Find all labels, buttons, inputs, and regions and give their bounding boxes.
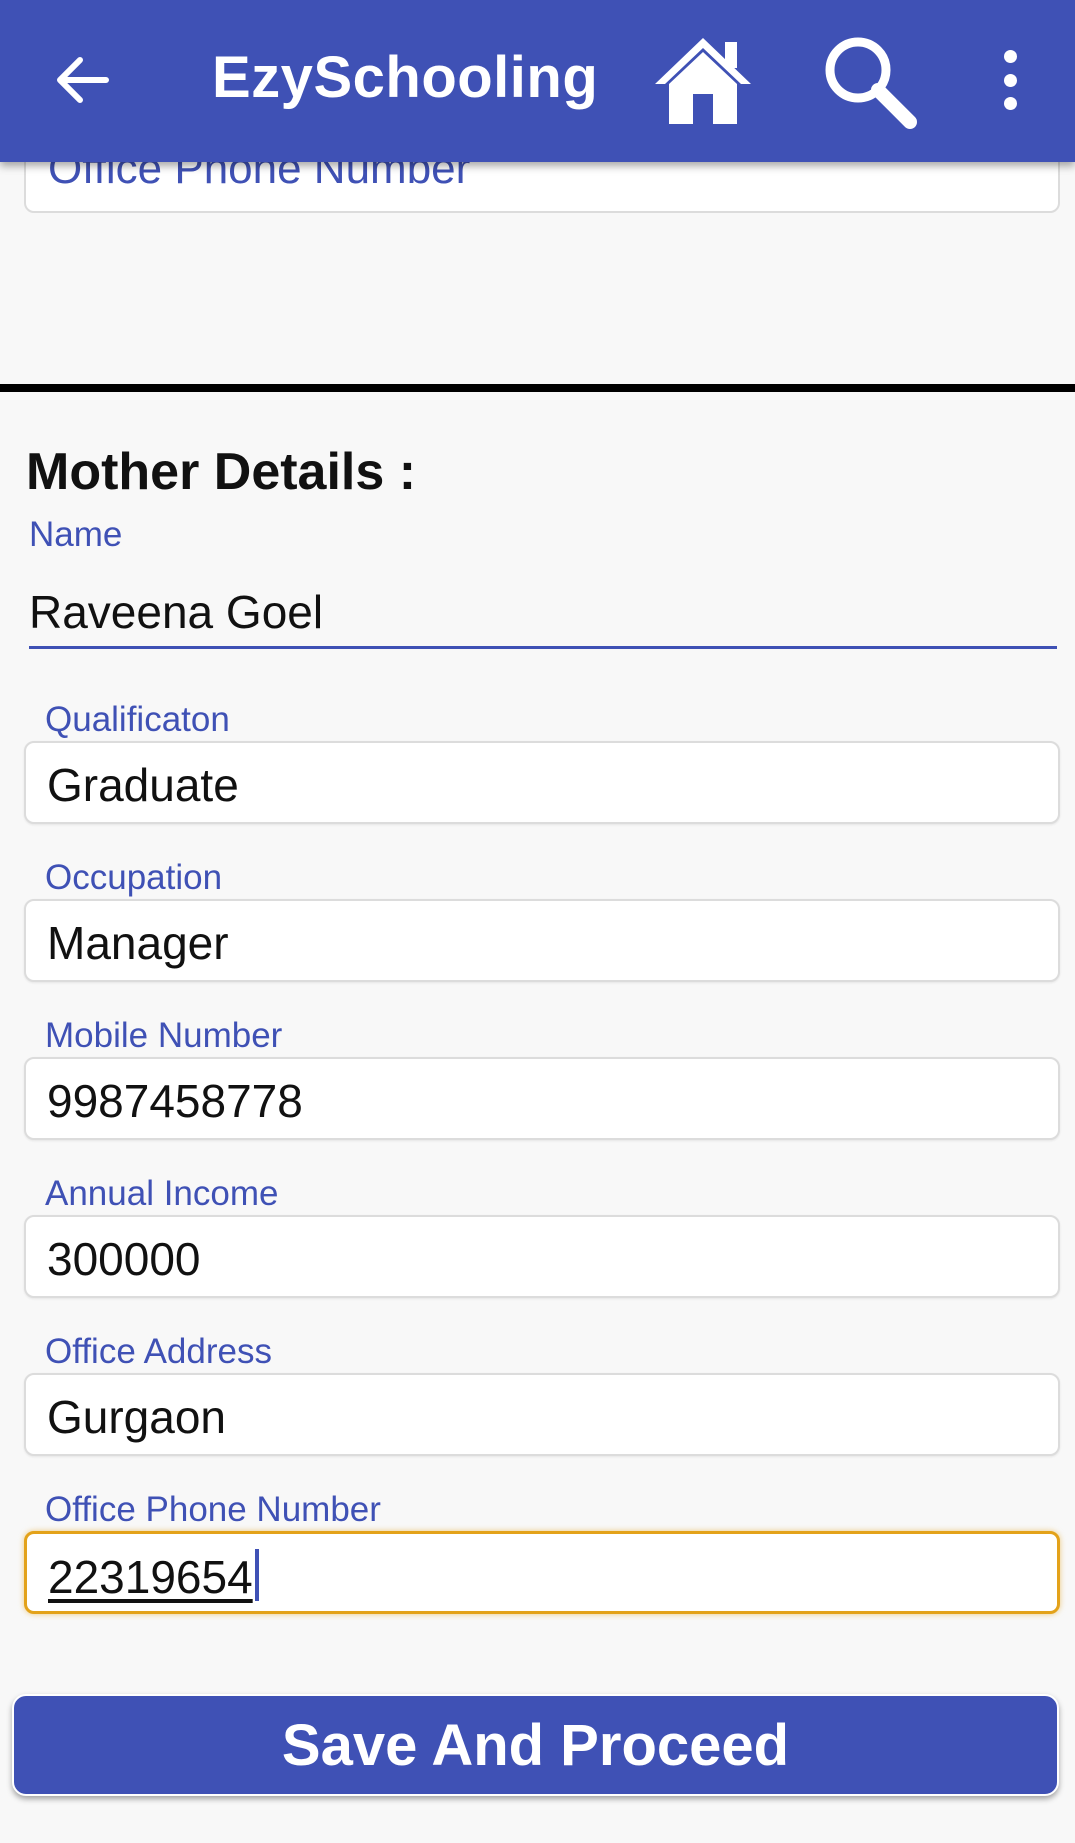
office-phone-value: 22319654 [48,1549,259,1604]
office-phone-label: Office Phone Number [45,1490,381,1529]
annual-income-field[interactable]: 300000 [24,1215,1060,1298]
section-divider [0,384,1075,392]
office-address-field[interactable]: Gurgaon [24,1373,1060,1456]
office-phone-field[interactable]: 22319654 [24,1531,1060,1614]
mobile-number-value: 9987458778 [47,1075,303,1127]
mother-details-heading: Mother Details : [26,443,417,501]
qualification-label: Qualificaton [45,700,230,739]
office-address-label: Office Address [45,1332,272,1371]
occupation-field[interactable]: Manager [24,899,1060,982]
occupation-label: Occupation [45,858,223,897]
search-icon[interactable] [818,30,922,134]
mobile-number-field[interactable]: 9987458778 [24,1057,1060,1140]
home-icon[interactable] [651,32,755,128]
annual-income-value: 300000 [47,1233,201,1285]
qualification-field[interactable]: Graduate [24,741,1060,824]
name-underline [29,646,1057,649]
save-and-proceed-button[interactable]: Save And Proceed [12,1694,1059,1796]
office-phone-text: 22319654 [48,1551,253,1603]
mobile-number-label: Mobile Number [45,1016,283,1055]
app-title: EzySchooling [212,45,599,110]
more-vert-icon[interactable] [990,50,1030,110]
name-input[interactable]: Raveena Goel [29,585,323,639]
back-arrow-icon[interactable] [42,40,122,120]
qualification-value: Graduate [47,759,239,811]
text-caret [254,1549,259,1601]
occupation-value: Manager [47,917,229,969]
name-label: Name [29,515,123,554]
app-bar: EzySchooling [0,0,1075,162]
annual-income-label: Annual Income [45,1174,279,1213]
screen: EzySchooling Office Phone Number Mother … [0,0,1075,1843]
office-address-value: Gurgaon [47,1391,227,1443]
